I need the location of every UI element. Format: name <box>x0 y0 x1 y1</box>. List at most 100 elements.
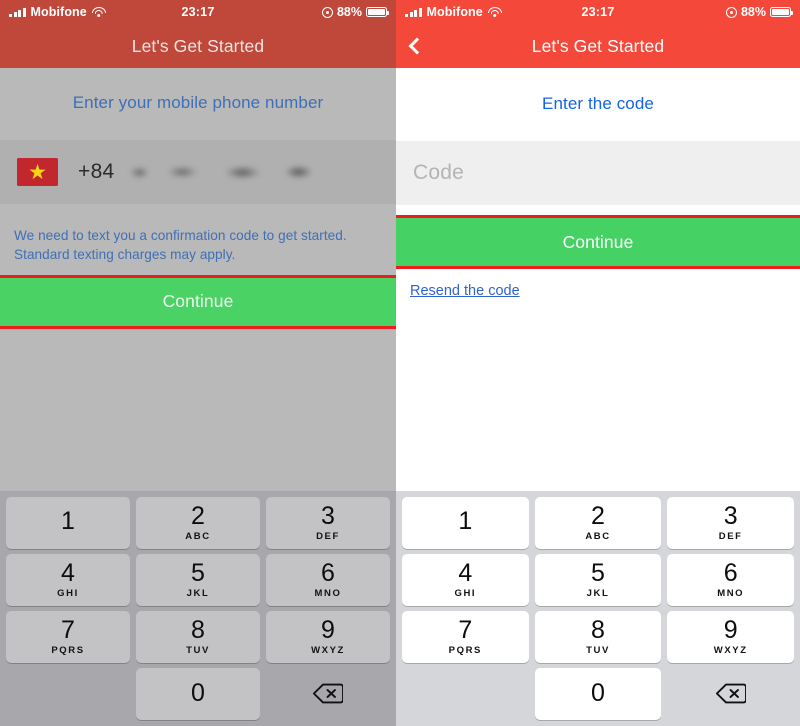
keypad-row: 0 <box>3 665 393 722</box>
key-7[interactable]: 7 PQRS <box>6 610 130 663</box>
left-phone-screen: Mobifone 23:17 88% Let's Get Started Ent… <box>0 0 396 726</box>
key-4[interactable]: 4 GHI <box>402 553 529 606</box>
key-number: 3 <box>321 501 335 530</box>
keypad-row: 7 PQRS 8 TUV 9 WXYZ <box>399 608 797 665</box>
key-letters: GHI <box>454 587 477 599</box>
key-2[interactable]: 2 ABC <box>534 496 662 549</box>
key-2[interactable]: 2 ABC <box>136 496 260 549</box>
battery-percent-label: 88% <box>336 5 362 19</box>
right-phone-screen: Mobifone 23:17 88% Let's Get Started Ent… <box>396 0 800 726</box>
chevron-left-icon <box>408 37 426 55</box>
key-9[interactable]: 9 WXYZ <box>266 610 390 663</box>
location-services-icon <box>321 6 333 18</box>
phone-number-redacted-value[interactable] <box>117 160 333 184</box>
key-0[interactable]: 0 <box>534 667 662 720</box>
battery-percent-label: 88% <box>740 5 766 19</box>
numeric-keypad: 1 2 ABC 3 DEF 4 GHI 5 JKL 6 MNO 7 PQRS 8… <box>0 491 396 726</box>
code-input-placeholder[interactable]: Code <box>413 161 464 185</box>
status-bar: Mobifone 23:17 88% <box>396 0 800 24</box>
right-continue-wrapper: Continue <box>396 215 800 269</box>
key-number: 6 <box>321 558 335 587</box>
key-number: 6 <box>723 558 738 587</box>
key-number: 8 <box>191 615 205 644</box>
key-4[interactable]: 4 GHI <box>6 553 130 606</box>
keypad-row: 7 PQRS 8 TUV 9 WXYZ <box>3 608 393 665</box>
key-letters: GHI <box>57 587 79 599</box>
key-number: 5 <box>191 558 205 587</box>
status-bar: Mobifone 23:17 88% <box>0 0 396 24</box>
key-blank <box>402 668 529 720</box>
prompt-label: Enter the code <box>542 94 654 113</box>
key-3[interactable]: 3 DEF <box>667 496 795 549</box>
resend-code-row: Resend the code <box>396 266 800 300</box>
key-letters: ABC <box>185 530 211 542</box>
navigation-bar: Let's Get Started <box>0 24 396 68</box>
country-code-label: +84 <box>78 160 115 183</box>
left-content: Enter your mobile phone number ★ +84 We … <box>0 68 396 726</box>
key-letters: WXYZ <box>311 644 345 656</box>
key-letters: DEF <box>718 530 743 542</box>
key-5[interactable]: 5 JKL <box>136 553 260 606</box>
phone-number-field[interactable]: ★ +84 <box>0 140 396 204</box>
key-letters: DEF <box>316 530 340 542</box>
key-number: 2 <box>591 501 605 530</box>
flag-star-glyph: ★ <box>28 160 47 184</box>
key-6[interactable]: 6 MNO <box>667 553 795 606</box>
code-field[interactable]: Code <box>396 141 800 205</box>
key-letters: MNO <box>314 587 342 599</box>
keypad-row: 0 <box>399 665 797 722</box>
key-3[interactable]: 3 DEF <box>266 496 390 549</box>
page-title: Let's Get Started <box>131 35 265 56</box>
key-1[interactable]: 1 <box>402 496 529 549</box>
key-letters: TUV <box>586 644 610 656</box>
key-letters: JKL <box>586 587 610 599</box>
key-number: 8 <box>591 615 605 644</box>
key-number: 4 <box>458 558 473 587</box>
key-number: 9 <box>723 615 738 644</box>
resend-code-link[interactable]: Resend the code <box>410 283 520 299</box>
key-number: 3 <box>723 501 738 530</box>
keypad-row: 1 2 ABC 3 DEF <box>399 494 797 551</box>
status-bar-right: 88% <box>725 5 794 19</box>
key-letters: WXYZ <box>713 644 748 656</box>
key-1[interactable]: 1 <box>6 496 130 549</box>
continue-button[interactable]: Continue <box>396 218 800 266</box>
key-letters: JKL <box>186 587 210 599</box>
key-9[interactable]: 9 WXYZ <box>667 610 795 663</box>
key-5[interactable]: 5 JKL <box>534 553 662 606</box>
right-spacer <box>396 300 800 491</box>
key-number: 7 <box>458 615 473 644</box>
key-8[interactable]: 8 TUV <box>136 610 260 663</box>
vietnam-flag-icon[interactable]: ★ <box>17 158 58 186</box>
sms-hint-text: We need to text you a confirmation code … <box>14 228 347 263</box>
left-spacer <box>0 326 396 491</box>
backspace-icon[interactable] <box>266 668 390 720</box>
continue-button[interactable]: Continue <box>0 277 396 326</box>
key-letters: TUV <box>186 644 210 656</box>
key-letters: ABC <box>585 530 611 542</box>
keypad-row: 1 2 ABC 3 DEF <box>3 494 393 551</box>
prompt-label: Enter your mobile phone number <box>72 93 324 112</box>
backspace-glyph <box>715 683 746 704</box>
key-letters: PQRS <box>448 644 482 656</box>
key-letters: MNO <box>717 587 745 599</box>
key-6[interactable]: 6 MNO <box>266 553 390 606</box>
key-blank <box>6 668 130 720</box>
location-services-icon <box>725 6 737 18</box>
key-0[interactable]: 0 <box>136 667 260 720</box>
battery-icon <box>770 6 794 18</box>
back-button[interactable] <box>407 24 437 68</box>
key-7[interactable]: 7 PQRS <box>402 610 529 663</box>
battery-icon <box>366 6 390 18</box>
key-number: 2 <box>191 501 205 530</box>
key-number: 9 <box>321 615 335 644</box>
right-content: Enter the code Code Continue Resend the … <box>396 68 800 726</box>
key-number: 7 <box>61 615 75 644</box>
status-bar-right: 88% <box>321 5 390 19</box>
key-number: 0 <box>191 679 205 707</box>
page-title: Let's Get Started <box>531 35 665 56</box>
navigation-bar: Let's Get Started <box>396 24 800 68</box>
keypad-row: 4 GHI 5 JKL 6 MNO <box>3 551 393 608</box>
key-8[interactable]: 8 TUV <box>534 610 662 663</box>
backspace-icon[interactable] <box>667 668 794 720</box>
